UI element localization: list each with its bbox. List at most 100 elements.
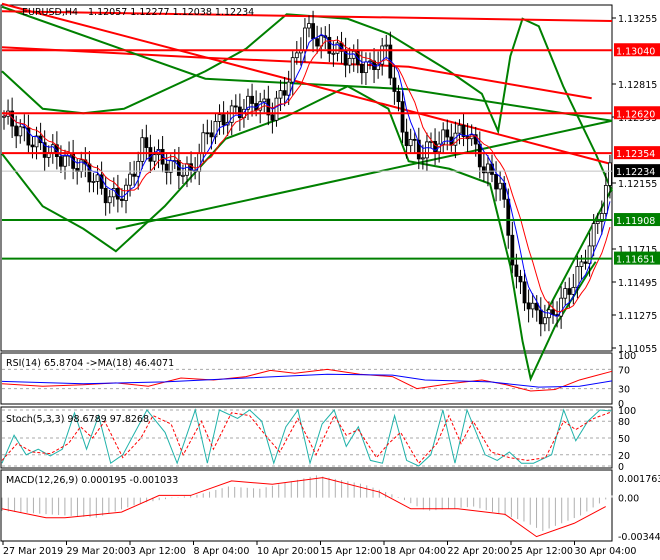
candle-body xyxy=(205,132,210,135)
candle-body xyxy=(152,154,157,162)
level-price-label: 1.11908 xyxy=(616,216,655,227)
candle-body xyxy=(197,152,202,172)
candle-body xyxy=(103,187,108,204)
candle-body xyxy=(396,91,401,103)
candle-body xyxy=(400,101,405,133)
macd-label: MACD(12,26,9) 0.000195 -0.001033 xyxy=(6,475,178,486)
candle-body xyxy=(140,137,145,162)
candle-body xyxy=(498,182,503,190)
candle-body xyxy=(278,90,283,99)
macd-axis-label: 0.001763 xyxy=(618,474,660,485)
candle-body xyxy=(506,198,511,236)
candle-body xyxy=(217,114,222,122)
price-tick-label: 1.13255 xyxy=(618,14,657,25)
candle-body xyxy=(181,174,185,177)
time-label: 27 Mar 2019 xyxy=(3,546,63,557)
candle-body xyxy=(510,234,515,266)
candle-body xyxy=(95,174,100,182)
candle-body xyxy=(120,198,124,201)
candle-body xyxy=(290,57,295,83)
candle-body xyxy=(595,220,600,224)
candle-body xyxy=(176,160,181,176)
candle-body xyxy=(563,288,568,299)
candle-body xyxy=(477,143,482,168)
candle-body xyxy=(315,38,320,47)
time-label: 30 Apr 04:00 xyxy=(575,546,637,557)
candle-body xyxy=(168,160,173,173)
rsi-axis-label: 100 xyxy=(618,351,636,362)
candle-body xyxy=(307,23,311,29)
rsi-ma-line xyxy=(1,373,613,388)
trendline xyxy=(115,119,613,230)
candle-body xyxy=(30,144,35,148)
short-moving-average xyxy=(3,39,611,313)
candle-body xyxy=(294,52,299,59)
rsi-axis-label: 30 xyxy=(618,385,630,396)
candle-body xyxy=(132,173,137,177)
candle-body xyxy=(364,61,368,74)
candle-body xyxy=(107,196,112,204)
candle-body xyxy=(481,166,486,174)
candle-body xyxy=(262,98,267,103)
candle-body xyxy=(128,173,132,186)
chart-title: EURUSD,H4 xyxy=(22,7,78,18)
stoch-axis-label: 80 xyxy=(618,417,630,428)
candle-body xyxy=(530,302,535,310)
candle-body xyxy=(331,52,336,55)
stoch-label: Stoch(5,3,3) 98.6789 97.8268 xyxy=(6,414,149,425)
macd-axis-label: -0.003444 xyxy=(618,532,660,543)
candle-body xyxy=(136,161,141,177)
candle-body xyxy=(494,174,498,190)
candle-body xyxy=(148,147,153,162)
candle-body xyxy=(18,126,23,137)
candle-body xyxy=(522,281,527,304)
candle-body xyxy=(282,90,287,96)
candle-body xyxy=(457,124,462,134)
candle-body xyxy=(425,141,429,159)
candle-body xyxy=(50,144,55,153)
candle-body xyxy=(567,288,572,295)
candle-body xyxy=(2,115,6,118)
stoch-axis-label: 50 xyxy=(618,434,630,445)
candle-body xyxy=(144,137,149,148)
candle-body xyxy=(420,157,425,160)
panel-frame-0 xyxy=(0,4,613,352)
stoch-axis-label: 0 xyxy=(618,462,624,473)
candle-body xyxy=(59,156,63,167)
candle-body xyxy=(579,261,584,267)
candle-body xyxy=(514,264,519,277)
candle-body xyxy=(311,23,315,40)
candle-body xyxy=(274,97,279,121)
short-moving-average xyxy=(3,33,611,317)
time-label: 25 Apr 12:00 xyxy=(511,546,573,557)
candle-body xyxy=(384,44,389,47)
candle-body xyxy=(404,131,409,147)
bollinger-upper xyxy=(1,13,613,192)
candle-body xyxy=(201,132,206,154)
time-label: 29 Mar 20:00 xyxy=(67,546,130,557)
candle-body xyxy=(63,155,67,167)
candle-body xyxy=(526,302,531,310)
candle-body xyxy=(445,129,450,138)
time-label: 3 Apr 12:00 xyxy=(130,546,186,557)
current-price-label: 1.12234 xyxy=(616,167,655,178)
price-tick-label: 1.12815 xyxy=(618,80,657,91)
candle-body xyxy=(209,132,214,138)
rsi-axis-label: 70 xyxy=(618,365,630,376)
candle-body xyxy=(392,77,397,92)
candle-body xyxy=(14,125,19,137)
level-price-label: 1.12354 xyxy=(616,149,655,160)
level-price-label: 1.11651 xyxy=(616,255,655,266)
level-price-label: 1.13040 xyxy=(616,46,655,57)
candle-body xyxy=(91,181,96,183)
candle-body xyxy=(185,163,189,176)
time-label: 8 Apr 04:00 xyxy=(194,546,250,557)
rsi-label: RSI(14) 65.8704 ->MA(18) 46.4071 xyxy=(6,358,174,369)
rsi-line xyxy=(1,368,613,392)
price-tick-label: 1.11495 xyxy=(618,278,657,289)
stoch-axis-label: 20 xyxy=(618,451,630,462)
candle-body xyxy=(538,309,543,325)
candle-body xyxy=(518,275,523,283)
candle-body xyxy=(233,105,238,108)
candle-body xyxy=(270,114,275,121)
